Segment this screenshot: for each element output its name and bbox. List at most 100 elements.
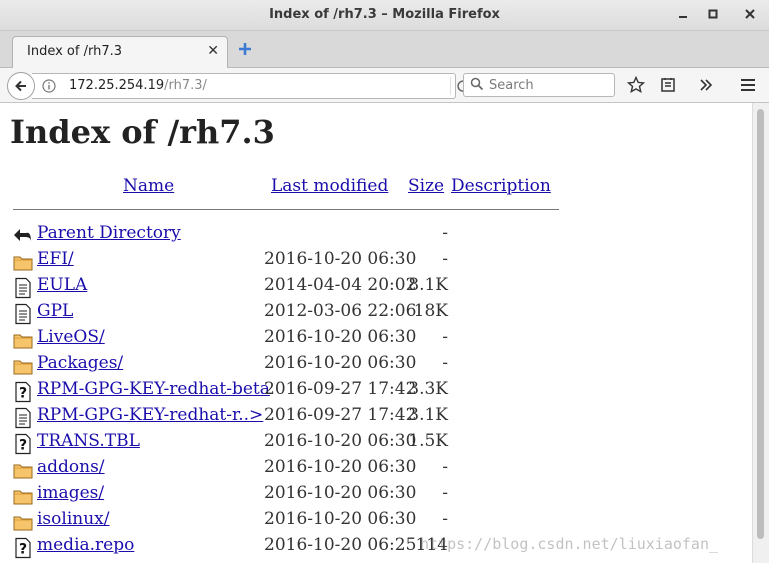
modified-date: 2016-09-27 17:42 [264, 405, 417, 425]
modified-date: 2014-04-04 20:02 [264, 275, 417, 295]
table-row: ? RPM-GPG-KEY-redhat-beta 2016-09-27 17:… [12, 379, 712, 403]
page-title: Index of /rh7.3 [10, 113, 275, 151]
text-icon [15, 303, 31, 325]
search-icon [470, 77, 484, 91]
table-row: Packages/ 2016-10-20 06:30 - [12, 353, 712, 377]
unknown-icon: ? [15, 537, 31, 559]
table-row: addons/ 2016-10-20 06:30 - [12, 457, 712, 481]
unknown-icon: ? [15, 381, 31, 403]
url-divider [450, 77, 451, 95]
tab-strip: Index of /rh7.3 ✕ [0, 31, 769, 68]
text-icon [15, 277, 31, 299]
modified-date: 2016-10-20 06:30 [264, 509, 417, 529]
folder-icon [13, 516, 33, 531]
reading-list-icon[interactable] [659, 76, 677, 94]
tab-label: Index of /rh7.3 [27, 44, 122, 59]
back-arrow-icon [15, 80, 26, 92]
file-link[interactable]: RPM-GPG-KEY-redhat-beta [37, 379, 270, 399]
unknown-icon: ? [15, 433, 31, 455]
modified-date: 2012-03-06 22:06 [264, 301, 417, 321]
tab-close-icon[interactable]: ✕ [207, 43, 219, 59]
modified-date: 2016-10-20 06:30 [264, 431, 417, 451]
maximize-button[interactable] [704, 5, 722, 23]
file-link[interactable]: GPL [37, 301, 73, 321]
page-content: Index of /rh7.3 Name Last modified Size … [0, 103, 752, 563]
file-link[interactable]: isolinux/ [37, 509, 109, 529]
search-input[interactable] [487, 76, 611, 95]
file-link[interactable]: EFI/ [37, 249, 74, 269]
table-row: EULA 2014-04-04 20:02 8.1K [12, 275, 712, 299]
window-title: Index of /rh7.3 – Mozilla Firefox [269, 7, 500, 22]
text-icon [15, 407, 31, 429]
url-host: 172.25.254.19 [69, 78, 165, 93]
file-size: - [442, 457, 448, 477]
tab-index[interactable]: Index of /rh7.3 ✕ [12, 36, 228, 68]
file-link[interactable]: media.repo [37, 535, 134, 555]
folder-icon [13, 334, 33, 349]
modified-date: 2016-10-20 06:30 [264, 353, 417, 373]
file-size: - [442, 353, 448, 373]
file-link[interactable]: Packages/ [37, 353, 123, 373]
bookmark-star-icon[interactable] [627, 76, 645, 94]
table-row: EFI/ 2016-10-20 06:30 - [12, 249, 712, 273]
svg-text:?: ? [19, 542, 27, 558]
new-tab-icon[interactable] [236, 40, 254, 58]
table-row: isolinux/ 2016-10-20 06:30 - [12, 509, 712, 533]
sort-by-description-link[interactable]: Description [451, 176, 551, 196]
minimize-button[interactable] [674, 5, 692, 23]
file-size: 18K [413, 301, 448, 321]
table-row: Parent Directory - [12, 223, 712, 247]
file-link[interactable]: RPM-GPG-KEY-redhat-r..> [37, 405, 263, 425]
folder-icon [13, 360, 33, 375]
modified-date: 2016-10-20 06:30 [264, 249, 417, 269]
file-link[interactable]: EULA [37, 275, 87, 295]
modified-date: 2016-09-27 17:42 [264, 379, 417, 399]
file-link[interactable]: addons/ [37, 457, 105, 477]
url-path: /rh7.3/ [164, 78, 207, 93]
url-bar[interactable]: 172.25.254.19/rh7.3/ [32, 73, 470, 99]
sort-by-size-link[interactable]: Size [408, 176, 444, 196]
file-link[interactable]: Parent Directory [37, 223, 181, 243]
file-size: - [442, 223, 448, 243]
table-row: LiveOS/ 2016-10-20 06:30 - [12, 327, 712, 351]
search-box[interactable] [463, 73, 615, 97]
file-size: - [442, 249, 448, 269]
scrollbar-thumb[interactable] [757, 109, 764, 539]
file-link[interactable]: LiveOS/ [37, 327, 105, 347]
back-icon [14, 229, 31, 242]
info-icon[interactable] [42, 79, 56, 93]
modified-date: 2016-10-20 06:30 [264, 457, 417, 477]
modified-date: 2016-10-20 06:30 [264, 327, 417, 347]
modified-date: 2016-10-20 06:25 [264, 535, 417, 555]
table-row: images/ 2016-10-20 06:30 - [12, 483, 712, 507]
table-row: GPL 2012-03-06 22:06 18K [12, 301, 712, 325]
file-link[interactable]: images/ [37, 483, 104, 503]
sort-by-name-link[interactable]: Name [123, 176, 174, 196]
modified-date: 2016-10-20 06:30 [264, 483, 417, 503]
file-link[interactable]: TRANS.TBL [37, 431, 140, 451]
close-icon [745, 9, 755, 19]
back-button[interactable] [7, 72, 35, 100]
folder-icon [13, 256, 33, 271]
hamburger-menu-icon[interactable] [739, 76, 757, 94]
file-size: 8.1K [408, 275, 448, 295]
overflow-chevron-icon[interactable] [697, 76, 715, 94]
url-text: 172.25.254.19/rh7.3/ [69, 78, 207, 93]
maximize-icon [708, 9, 718, 19]
table-row: ? TRANS.TBL 2016-10-20 06:30 1.5K [12, 431, 712, 455]
minimize-icon [679, 16, 687, 18]
file-size: 3.3K [408, 379, 448, 399]
folder-icon [13, 464, 33, 479]
sort-by-modified-link[interactable]: Last modified [271, 176, 388, 196]
file-size: 3.1K [408, 405, 448, 425]
svg-text:?: ? [19, 386, 27, 402]
file-size: - [442, 327, 448, 347]
vertical-scrollbar[interactable] [752, 103, 769, 563]
svg-text:?: ? [19, 438, 27, 454]
folder-icon [13, 490, 33, 505]
navigation-toolbar: 172.25.254.19/rh7.3/ [0, 68, 769, 103]
file-size: - [442, 509, 448, 529]
watermark-text: https://blog.csdn.net/liuxiaofan_ [420, 535, 719, 553]
close-window-button[interactable] [741, 5, 759, 23]
table-row: RPM-GPG-KEY-redhat-r..> 2016-09-27 17:42… [12, 405, 712, 429]
